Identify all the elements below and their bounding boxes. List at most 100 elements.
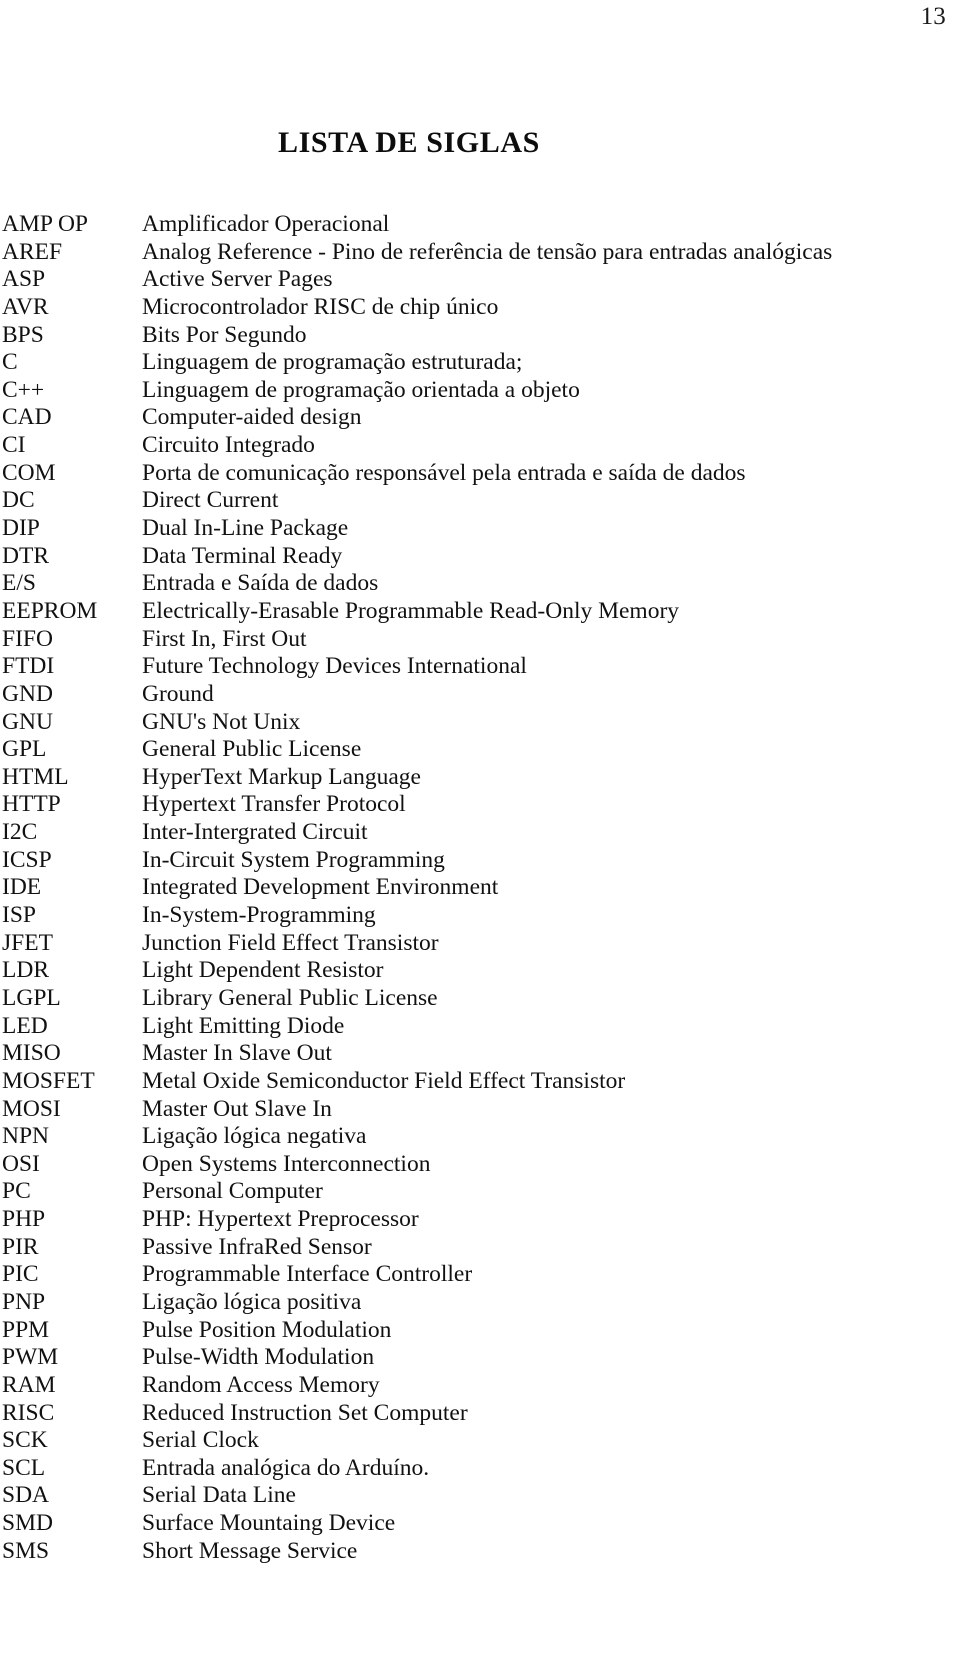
acronym-term: MOSFET — [2, 1067, 95, 1094]
acronym-row: PIR Passive InfraRed Sensor — [0, 1234, 960, 1262]
acronym-definition: Analog Reference - Pino de referência de… — [142, 238, 833, 265]
acronym-row: AREF Analog Reference - Pino de referênci… — [0, 239, 960, 267]
acronym-definition: Personal Computer — [142, 1178, 323, 1205]
acronym-definition: Active Server Pages — [142, 266, 333, 293]
acronym-term: PIR — [2, 1233, 39, 1260]
acronym-term: SDA — [2, 1482, 50, 1509]
acronym-row: DIP Dual In-Line Package — [0, 515, 960, 543]
acronym-term: IDE — [2, 874, 42, 901]
acronym-term: FIFO — [2, 625, 53, 652]
acronym-definition: Serial Data Line — [142, 1482, 296, 1509]
acronym-definition: Short Message Service — [142, 1537, 358, 1564]
acronym-definition: Direct Current — [142, 487, 279, 514]
acronym-row: LGPL Library General Public License — [0, 985, 960, 1013]
acronym-definition: Entrada e Saída de dados — [142, 570, 379, 597]
acronym-term: LGPL — [2, 984, 61, 1011]
acronym-definition: Surface Mountaing Device — [142, 1510, 396, 1537]
acronym-definition: Dual In-Line Package — [142, 515, 349, 542]
acronym-row: PPM Pulse Position Modulation — [0, 1317, 960, 1345]
acronym-term: SCK — [2, 1427, 48, 1454]
acronym-row: EEPROM Electrically-Erasable Programmable… — [0, 598, 960, 626]
acronym-row: RAM Random Access Memory — [0, 1372, 960, 1400]
acronym-term: I2C — [2, 819, 38, 846]
acronym-definition: Integrated Development Environment — [142, 874, 499, 901]
acronym-definition: GNU's Not Unix — [142, 708, 301, 735]
acronym-term: DC — [2, 487, 35, 514]
acronym-definition: Porta de comunicação responsável pela en… — [142, 459, 746, 486]
acronym-definition: Ground — [142, 680, 214, 707]
acronym-row: SMS Short Message Service — [0, 1538, 960, 1566]
acronym-term: DIP — [2, 515, 40, 542]
acronym-term: DTR — [2, 542, 49, 569]
acronym-definition: Metal Oxide Semiconductor Field Effect T… — [142, 1067, 626, 1094]
acronym-definition: Amplificador Operacional — [142, 211, 390, 237]
acronym-row: ISP In-System-Programming — [0, 902, 960, 930]
acronym-term: OSI — [2, 1150, 40, 1177]
acronym-row: MOSFET Metal Oxide Semiconductor Field Ef… — [0, 1068, 960, 1096]
acronym-definition: Inter-Intergrated Circuit — [142, 819, 368, 846]
acronym-term: PNP — [2, 1288, 46, 1315]
acronym-row: SDA Serial Data Line — [0, 1482, 960, 1510]
acronym-term: GPL — [2, 736, 47, 763]
acronym-row: MISO Master In Slave Out — [0, 1040, 960, 1068]
acronym-term: CAD — [2, 404, 52, 431]
acronym-definition: Library General Public License — [142, 984, 438, 1011]
acronym-term: LDR — [2, 957, 49, 984]
acronym-definition: Entrada analógica do Arduíno. — [142, 1454, 430, 1481]
acronym-definition: Microcontrolador RISC de chip único — [142, 293, 499, 320]
acronym-term: PIC — [2, 1261, 39, 1288]
acronym-term: HTML — [2, 763, 69, 790]
acronym-definition: Computer-aided design — [142, 404, 362, 431]
acronym-row: IDE Integrated Development Environment — [0, 874, 960, 902]
acronym-term: RAM — [2, 1371, 56, 1398]
acronym-list: AMP OP Amplificador Operacional AREF Analog… — [0, 211, 960, 1565]
acronym-definition: Ligação lógica positiva — [142, 1288, 362, 1315]
acronym-row: PWM Pulse-Width Modulation — [0, 1344, 960, 1372]
document-page: 13 LISTA DE SIGLAS AMP OP Amplificador Op… — [0, 0, 960, 1665]
acronym-term: PPM — [2, 1316, 50, 1343]
acronym-definition: Data Terminal Ready — [142, 542, 343, 569]
acronym-term: SMS — [2, 1537, 50, 1564]
acronym-term: NPN — [2, 1123, 50, 1150]
acronym-term: SCL — [2, 1454, 46, 1481]
acronym-definition: Linguagem de programação estruturada; — [142, 349, 523, 376]
acronym-term: CI — [2, 432, 26, 459]
acronym-row: E/S Entrada e Saída de dados — [0, 570, 960, 598]
acronym-row: HTML HyperText Markup Language — [0, 764, 960, 792]
acronym-row: LDR Light Dependent Resistor — [0, 957, 960, 985]
acronym-row: RISC Reduced Instruction Set Computer — [0, 1400, 960, 1428]
acronym-row: MOSI Master Out Slave In — [0, 1096, 960, 1124]
acronym-row: DC Direct Current — [0, 487, 960, 515]
acronym-definition: First In, First Out — [142, 625, 307, 652]
acronym-row: BPS Bits Por Segundo — [0, 322, 960, 350]
acronym-definition: In-System-Programming — [142, 902, 376, 929]
acronym-definition: Light Dependent Resistor — [142, 957, 384, 984]
acronym-definition: Passive InfraRed Sensor — [142, 1233, 372, 1260]
acronym-term: FTDI — [2, 653, 55, 680]
acronym-row: ICSP In-Circuit System Programming — [0, 847, 960, 875]
acronym-term: C — [2, 349, 18, 376]
acronym-definition: In-Circuit System Programming — [142, 846, 445, 873]
acronym-row: C Linguagem de programação estruturada; — [0, 349, 960, 377]
acronym-term: EEPROM — [2, 597, 98, 624]
acronym-row: PHP PHP: Hypertext Preprocessor — [0, 1206, 960, 1234]
acronym-row: AVR Microcontrolador RISC de chip único — [0, 294, 960, 322]
acronym-row: I2C Inter-Intergrated Circuit — [0, 819, 960, 847]
acronym-row: CAD Computer-aided design — [0, 404, 960, 432]
acronym-row: PC Personal Computer — [0, 1178, 960, 1206]
acronym-term: ASP — [2, 266, 46, 293]
acronym-row: OSI Open Systems Interconnection — [0, 1151, 960, 1179]
acronym-row: PIC Programmable Interface Controller — [0, 1261, 960, 1289]
acronym-definition: Ligação lógica negativa — [142, 1123, 367, 1150]
acronym-definition: Master In Slave Out — [142, 1040, 332, 1067]
acronym-row: PNP Ligação lógica positiva — [0, 1289, 960, 1317]
acronym-term: ICSP — [2, 846, 52, 873]
acronym-term: AVR — [2, 293, 49, 320]
acronym-term: PWM — [2, 1344, 59, 1371]
acronym-row: GNU GNU's Not Unix — [0, 709, 960, 737]
acronym-row: SCL Entrada analógica do Arduíno. — [0, 1455, 960, 1483]
acronym-row: DTR Data Terminal Ready — [0, 543, 960, 571]
acronym-term: LED — [2, 1012, 48, 1039]
acronym-term: AREF — [2, 238, 63, 265]
acronym-definition: HyperText Markup Language — [142, 763, 421, 790]
